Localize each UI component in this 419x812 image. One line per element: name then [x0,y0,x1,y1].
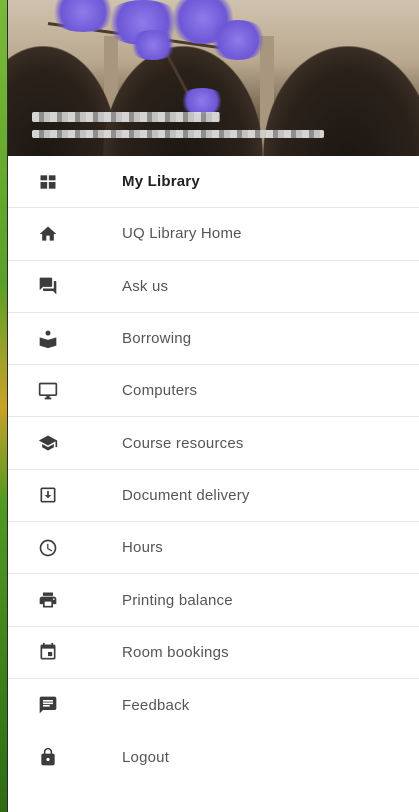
download-box-icon [38,485,58,505]
menu-item-label: Computers [122,382,198,400]
user-name-redacted [32,112,220,122]
drawer-menu: My Library UQ Library Home Ask us Borrow… [8,156,419,784]
clock-icon [38,538,58,558]
chat-icon [38,276,58,296]
book-reader-icon [38,329,58,349]
feedback-icon [38,695,58,715]
menu-item-label: Document delivery [122,486,250,504]
graduation-cap-icon [38,433,58,453]
menu-item-ask-us[interactable]: Ask us [8,261,419,313]
menu-item-label: Course resources [122,434,244,452]
menu-item-label: Borrowing [122,330,192,348]
menu-item-course-resources[interactable]: Course resources [8,417,419,470]
user-email-redacted [32,130,324,138]
calendar-icon [38,642,58,662]
home-icon [38,224,58,244]
navigation-drawer: My Library UQ Library Home Ask us Borrow… [7,0,419,812]
menu-item-my-library[interactable]: My Library [8,156,419,209]
menu-item-printing-balance[interactable]: Printing balance [8,574,419,627]
menu-item-label: Logout [122,748,170,766]
dashboard-icon [38,172,58,192]
menu-item-logout[interactable]: Logout [8,731,419,783]
menu-item-uq-library-home[interactable]: UQ Library Home [8,208,419,261]
menu-item-feedback[interactable]: Feedback [8,679,419,731]
lock-icon [38,747,58,767]
menu-item-label: Hours [122,539,164,557]
menu-item-borrowing[interactable]: Borrowing [8,313,419,366]
drawer-header-image [8,0,419,156]
printer-icon [38,590,58,610]
menu-item-label: Ask us [122,277,169,295]
menu-item-label: Room bookings [122,643,229,661]
menu-item-label: UQ Library Home [122,225,242,243]
menu-item-document-delivery[interactable]: Document delivery [8,470,419,523]
menu-item-label: Feedback [122,696,190,714]
monitor-icon [38,381,58,401]
menu-item-computers[interactable]: Computers [8,365,419,418]
menu-item-room-bookings[interactable]: Room bookings [8,627,419,679]
menu-item-label: Printing balance [122,591,233,609]
menu-item-label: My Library [122,173,200,191]
menu-item-hours[interactable]: Hours [8,522,419,575]
